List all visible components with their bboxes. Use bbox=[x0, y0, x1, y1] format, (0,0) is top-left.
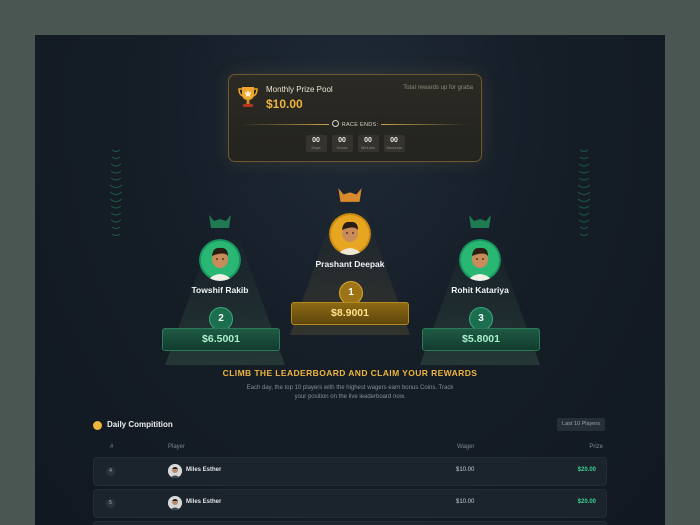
avatar bbox=[329, 213, 371, 255]
timer-unit: Minutes bbox=[360, 145, 375, 150]
player-name-third: Rohit Katariya bbox=[451, 285, 509, 295]
prize-plate-second: $6.5001 bbox=[162, 328, 280, 351]
column-rank: # bbox=[110, 444, 114, 450]
avatar bbox=[459, 239, 501, 281]
table-row[interactable] bbox=[93, 521, 607, 525]
row-rank: 4 bbox=[106, 467, 115, 476]
crown-icon bbox=[338, 188, 362, 202]
prize-pool-card: Monthly Prize Pool $10.00 Total rewards … bbox=[228, 74, 482, 162]
crown-icon bbox=[209, 215, 231, 228]
column-prize: Prize bbox=[589, 444, 603, 450]
prize-plate-third: $5.8001 bbox=[422, 328, 540, 351]
claim-rewards-description: Each day, the top 10 players with the hi… bbox=[246, 385, 454, 400]
left-decoration bbox=[110, 149, 122, 236]
race-ends-label: RACE ENDS: bbox=[241, 120, 469, 128]
avatar bbox=[168, 464, 182, 478]
timer-unit: Seconds bbox=[386, 145, 402, 150]
crown-icon bbox=[469, 215, 491, 228]
right-decoration bbox=[578, 149, 590, 236]
column-player: Player bbox=[168, 444, 186, 450]
timer-seconds: 00 Seconds bbox=[383, 135, 405, 152]
timer-days: 00 Days bbox=[305, 135, 327, 152]
timer-unit: Hours bbox=[336, 145, 348, 150]
column-wager: Wager bbox=[457, 444, 475, 450]
clock-icon bbox=[331, 120, 339, 127]
row-prize: $20.00 bbox=[577, 467, 596, 473]
row-prize: $20.00 bbox=[577, 499, 596, 505]
table-row[interactable]: 5 Miles Esther $10.00 $20.00 bbox=[93, 489, 607, 518]
leaderboard-title: Daily Compitition bbox=[107, 420, 173, 429]
row-wager: $10.00 bbox=[456, 499, 475, 505]
race-ends-row: RACE ENDS: bbox=[241, 120, 469, 128]
timer-value: 00 bbox=[390, 137, 398, 144]
race-ends-text: RACE ENDS: bbox=[341, 122, 379, 128]
last-10-players-button[interactable]: Last 10 Players bbox=[557, 418, 605, 431]
prize-pool-subtitle: Total rewards up for graba bbox=[403, 85, 473, 91]
prize-pool-amount: $10.00 bbox=[266, 97, 303, 111]
timer-value: 00 bbox=[312, 137, 320, 144]
table-row[interactable]: 4 Miles Esther $10.00 $20.00 bbox=[93, 457, 607, 486]
player-name-second: Towshif Rakib bbox=[191, 285, 249, 295]
avatar bbox=[199, 239, 241, 281]
timer-hours: 00 Hours bbox=[331, 135, 353, 152]
trophy-icon bbox=[238, 87, 258, 107]
timer-minutes: 00 Minutes bbox=[357, 135, 379, 152]
avatar bbox=[168, 496, 182, 510]
claim-rewards-title: CLIMB THE LEADERBOARD AND CLAIM YOUR REW… bbox=[222, 368, 478, 378]
prize-pool-title: Monthly Prize Pool bbox=[266, 85, 333, 94]
table-header: # Player Wager Prize bbox=[93, 444, 607, 452]
star-icon bbox=[93, 421, 102, 430]
timer-value: 00 bbox=[338, 137, 346, 144]
row-player-name: Miles Esther bbox=[186, 499, 222, 505]
row-rank: 5 bbox=[106, 499, 115, 508]
timer-value: 00 bbox=[364, 137, 372, 144]
leaderboard-page: Monthly Prize Pool $10.00 Total rewards … bbox=[35, 35, 665, 525]
timer-unit: Days bbox=[311, 145, 321, 150]
prize-plate-first: $8.9001 bbox=[291, 302, 409, 325]
player-name-first: Prashant Deepak bbox=[315, 259, 385, 269]
row-wager: $10.00 bbox=[456, 467, 475, 473]
row-player-name: Miles Esther bbox=[186, 467, 222, 473]
countdown-timer: 00 Days 00 Hours 00 Minutes 00 Seconds bbox=[229, 135, 481, 152]
